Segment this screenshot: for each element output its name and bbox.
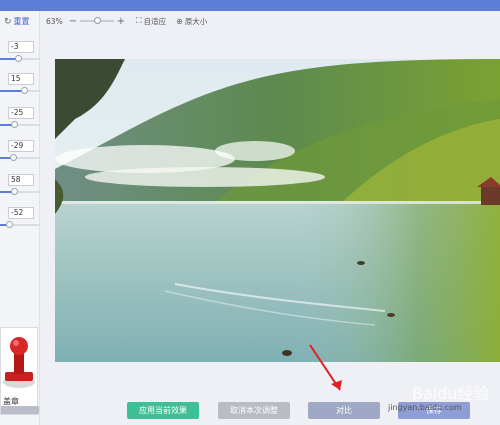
slider-knob[interactable] — [15, 55, 22, 62]
zoom-out-button[interactable]: − — [68, 16, 78, 27]
zoom-slider[interactable] — [80, 17, 114, 24]
adjustment-value-input[interactable]: -3 — [8, 41, 34, 53]
adjustment-value-input[interactable]: -25 — [8, 107, 34, 119]
lake-photo — [55, 59, 500, 362]
fit-screen-label: 自适应 — [143, 16, 167, 26]
reset-icon: ↻ — [4, 16, 12, 27]
adjustment-row: -25 — [0, 107, 40, 129]
reset-label: 重置 — [13, 17, 30, 26]
adjustment-slider[interactable] — [0, 154, 40, 161]
slider-knob[interactable] — [10, 188, 18, 195]
zoom-slider-knob[interactable] — [94, 17, 101, 24]
original-size-label: 原大小 — [184, 16, 208, 26]
compare-button[interactable]: 对比 — [308, 402, 380, 419]
adjustment-row: 58 — [0, 174, 40, 196]
adjustment-slider[interactable] — [0, 221, 40, 228]
photo-canvas[interactable] — [55, 59, 500, 362]
adjustment-slider[interactable] — [0, 55, 40, 62]
red-arrow-icon — [309, 344, 342, 391]
adjustment-panel: ↻ 重置 -3 15 -25 -29 58 -52 盖章 — [0, 11, 40, 425]
zoom-percentage: 63% — [46, 16, 63, 26]
adjustment-slider[interactable] — [0, 121, 40, 128]
watermark-url: jingyan.baidu.com — [388, 403, 462, 412]
adjustment-row: -29 — [0, 140, 40, 162]
slider-knob[interactable] — [21, 87, 28, 94]
slider-knob[interactable] — [10, 154, 18, 161]
zoom-in-button[interactable]: + — [116, 16, 126, 27]
stamp-tool-card[interactable]: 盖章 — [0, 327, 39, 415]
stamp-icon — [3, 337, 35, 388]
apply-effect-button[interactable]: 应用当前效果 — [127, 402, 199, 419]
cancel-adjustment-button[interactable]: 取消本次调整 — [218, 402, 290, 419]
adjustment-value-input[interactable]: 58 — [8, 174, 34, 186]
zoom-toolbar: 63% − + ⛶ 自适应 ⊕ 原大小 — [46, 14, 207, 28]
fit-screen-icon: ⛶ — [136, 16, 142, 25]
adjustment-value-input[interactable]: 15 — [8, 73, 34, 85]
fit-screen-button[interactable]: ⛶ 自适应 — [136, 16, 166, 27]
adjustment-row: 15 — [0, 73, 40, 95]
adjustment-value-input[interactable]: -29 — [8, 140, 34, 152]
adjustment-row: -52 — [0, 207, 40, 229]
zoom-icon: ⊕ — [176, 16, 183, 26]
original-size-button[interactable]: ⊕ 原大小 — [176, 16, 207, 27]
watermark-title: Baidu经验 — [412, 384, 490, 403]
adjustment-slider[interactable] — [0, 87, 40, 94]
slider-knob[interactable] — [5, 221, 13, 228]
top-accent-bar — [0, 0, 500, 11]
slider-knob[interactable] — [11, 121, 18, 128]
adjustment-row: -3 — [0, 41, 40, 63]
adjustment-slider[interactable] — [0, 188, 40, 195]
watermark: Baidu经验 jingyan.baidu.com — [382, 372, 500, 416]
stamp-card-footer — [1, 406, 39, 414]
adjustment-value-input[interactable]: -52 — [8, 207, 34, 219]
reset-button[interactable]: ↻ 重置 — [4, 16, 30, 27]
